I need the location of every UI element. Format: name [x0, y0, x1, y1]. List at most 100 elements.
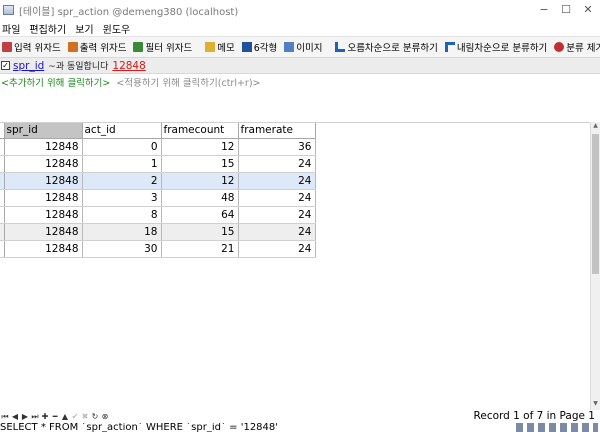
table-row[interactable]: 12848 1 15 24 — [0, 155, 316, 173]
edit-record-icon[interactable]: ▲ — [60, 412, 70, 421]
cell-spr-id[interactable]: 12848 — [4, 155, 83, 173]
close-button[interactable]: ✕ — [580, 2, 596, 18]
cell-framerate[interactable]: 24 — [238, 206, 316, 224]
filter-column-link[interactable]: spr_id — [13, 60, 44, 72]
cell-act-id[interactable]: 8 — [82, 206, 162, 224]
vertical-scrollbar[interactable]: ▲ ▼ — [590, 122, 600, 410]
next-record-icon[interactable]: ▶ — [20, 412, 30, 421]
prev-record-icon[interactable]: ◀ — [10, 412, 20, 421]
cancel-edit-icon[interactable]: ✖ — [80, 412, 90, 421]
record-status: Record 1 of 7 in Page 1 — [473, 410, 595, 422]
maximize-button[interactable]: ☐ — [558, 2, 574, 18]
delete-record-icon[interactable]: ━ — [50, 412, 60, 421]
menu-bar: 파일 편집하기 보기 윈도우 — [0, 20, 600, 36]
cell-framecount[interactable]: 15 — [161, 155, 239, 173]
cell-framerate[interactable]: 24 — [238, 172, 316, 190]
cell-act-id[interactable]: 0 — [82, 138, 162, 156]
output-wizard-label: 출력 위자드 — [79, 43, 127, 54]
clear-sort-icon — [554, 42, 565, 52]
filter-value-link[interactable]: 12848 — [112, 60, 145, 72]
cell-spr-id[interactable]: 12848 — [4, 172, 83, 190]
hex-button[interactable]: 6각형 — [240, 38, 280, 56]
scrollbar-thumb[interactable] — [592, 134, 599, 274]
add-filter-link[interactable]: <추가하기 위해 클릭하기> — [1, 75, 110, 89]
filter-wizard-icon — [133, 42, 144, 52]
cell-framerate[interactable]: 24 — [238, 240, 316, 258]
sort-ascending-icon — [335, 42, 346, 52]
sql-status-bar: SELECT * FROM `spr_action` WHERE `spr_id… — [0, 423, 600, 432]
cell-framecount[interactable]: 12 — [161, 172, 239, 190]
input-wizard-button[interactable]: 입력 위자드 — [0, 38, 63, 56]
table-row[interactable]: 12848 0 12 36 — [0, 138, 316, 156]
stop-icon[interactable]: ⊗ — [100, 412, 110, 421]
cell-spr-id[interactable]: 12848 — [4, 206, 83, 224]
sort-descending-button[interactable]: 내림차순으로 분류하기 — [443, 38, 549, 56]
insert-record-icon[interactable]: ✚ — [40, 412, 50, 421]
filter-bar: ✓ spr_id ~과 동일합니다 12848 — [0, 58, 600, 74]
cell-spr-id[interactable]: 12848 — [4, 138, 83, 156]
cell-framecount[interactable]: 48 — [161, 189, 239, 207]
record-navigator: ⏮ ◀ ▶ ⏭ ✚ ━ ▲ ✔ ✖ ↻ ⊗ Record 1 of 7 in P… — [0, 410, 600, 423]
table-row[interactable]: 12848 30 21 24 — [0, 240, 316, 258]
cell-act-id[interactable]: 2 — [82, 172, 162, 190]
cell-framerate[interactable]: 36 — [238, 138, 316, 156]
first-record-icon[interactable]: ⏮ — [0, 412, 10, 422]
clear-sort-label: 분류 제거하기 — [566, 43, 600, 54]
output-wizard-button[interactable]: 출력 위자드 — [66, 38, 129, 56]
cell-act-id[interactable]: 3 — [82, 189, 162, 207]
column-header-act-id[interactable]: act_id — [82, 123, 162, 139]
hex-label: 6각형 — [253, 43, 278, 54]
memo-button[interactable]: 메모 — [203, 38, 236, 56]
menu-file[interactable]: 파일 — [2, 21, 20, 36]
table-row[interactable]: 12848 18 15 24 — [0, 223, 316, 241]
data-table: spr_id act_id framecount framerate 12848… — [0, 123, 316, 258]
cell-framecount[interactable]: 15 — [161, 223, 239, 241]
cell-act-id[interactable]: 30 — [82, 240, 162, 258]
apply-filter-link[interactable]: <적용하기 위해 클릭하기(ctrl+r)> — [116, 75, 260, 89]
menu-edit[interactable]: 편집하기 — [29, 21, 66, 36]
last-record-icon[interactable]: ⏭ — [30, 412, 40, 422]
column-header-framecount[interactable]: framecount — [161, 123, 239, 139]
scroll-down-icon[interactable]: ▼ — [591, 400, 600, 410]
cell-framecount[interactable]: 12 — [161, 138, 239, 156]
filter-enable-checkbox[interactable]: ✓ — [1, 61, 10, 70]
cell-act-id[interactable]: 1 — [82, 155, 162, 173]
image-button[interactable]: 이미지 — [282, 38, 324, 56]
scroll-up-icon[interactable]: ▲ — [591, 122, 600, 132]
memo-icon — [205, 42, 216, 52]
cell-framerate[interactable]: 24 — [238, 223, 316, 241]
window-title: [테이블] spr_action @demeng380 (localhost) — [19, 6, 239, 18]
sort-descending-label: 내림차순으로 분류하기 — [456, 43, 548, 54]
cell-framerate[interactable]: 24 — [238, 155, 316, 173]
filter-hint-bar: <추가하기 위해 클릭하기> <적용하기 위해 클릭하기(ctrl+r)> — [0, 74, 600, 90]
minimize-button[interactable]: − — [536, 2, 552, 18]
column-header-framerate[interactable]: framerate — [238, 123, 316, 139]
table-row[interactable]: 12848 3 48 24 — [0, 189, 316, 207]
status-icons — [516, 423, 598, 432]
table-row[interactable]: 12848 2 12 24 — [0, 172, 316, 190]
column-header-spr-id[interactable]: spr_id — [4, 123, 83, 139]
cell-framerate[interactable]: 24 — [238, 189, 316, 207]
cell-act-id[interactable]: 18 — [82, 223, 162, 241]
sort-ascending-button[interactable]: 오름차순으로 분류하기 — [333, 38, 439, 56]
menu-view[interactable]: 보기 — [75, 21, 93, 36]
title-bar: [테이블] spr_action @demeng380 (localhost) … — [0, 0, 600, 20]
filter-operator-link[interactable]: ~과 동일합니다 — [48, 59, 108, 72]
refresh-icon[interactable]: ↻ — [90, 412, 100, 421]
cell-spr-id[interactable]: 12848 — [4, 240, 83, 258]
cell-spr-id[interactable]: 12848 — [4, 189, 83, 207]
cell-spr-id[interactable]: 12848 — [4, 223, 83, 241]
clear-sort-button[interactable]: 분류 제거하기 — [552, 38, 600, 56]
hex-icon — [241, 42, 252, 52]
sort-descending-icon — [444, 42, 455, 52]
output-wizard-icon — [67, 42, 78, 52]
input-wizard-label: 입력 위자드 — [14, 43, 61, 54]
memo-label: 메모 — [217, 43, 235, 54]
filter-wizard-button[interactable]: 필터 위자드 — [131, 38, 194, 56]
data-grid: spr_id act_id framecount framerate 12848… — [0, 122, 590, 410]
menu-window[interactable]: 윈도우 — [103, 21, 131, 36]
table-row[interactable]: 12848 8 64 24 — [0, 206, 316, 224]
post-edit-icon[interactable]: ✔ — [70, 412, 80, 421]
cell-framecount[interactable]: 21 — [161, 240, 239, 258]
cell-framecount[interactable]: 64 — [161, 206, 239, 224]
